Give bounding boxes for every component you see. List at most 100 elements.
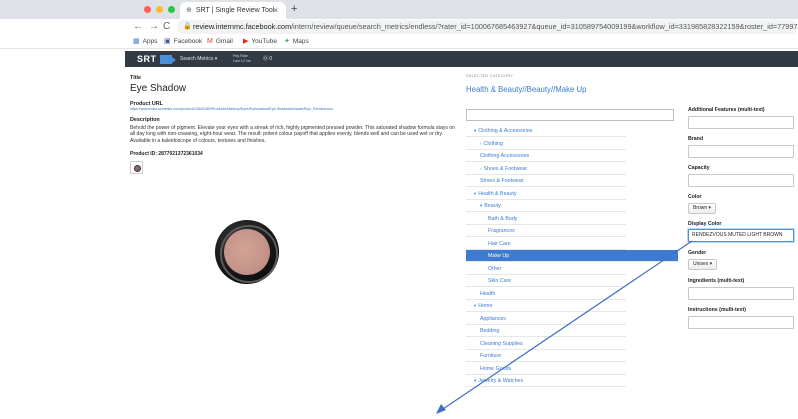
bookmark-gmail[interactable]: M Gmail bbox=[207, 35, 233, 49]
category-tree-label: Furniture bbox=[480, 353, 502, 359]
category-tree-item[interactable]: Skin Care bbox=[466, 275, 626, 287]
reload-button[interactable]: C bbox=[163, 19, 170, 35]
product-id: 2877021372361034 bbox=[158, 151, 203, 157]
category-tree-label: Clothing bbox=[483, 140, 503, 147]
category-tree-item[interactable]: ▾ Jewelry & Watches bbox=[466, 375, 626, 387]
category-tree-label: Make Up bbox=[488, 253, 510, 259]
apps-grid-icon: ▦ bbox=[133, 38, 140, 45]
close-window-dot[interactable] bbox=[144, 6, 151, 13]
selected-category-label: SELECTED CATEGORY bbox=[466, 74, 514, 78]
product-title: Eye Shadow bbox=[130, 83, 187, 94]
category-tree-item[interactable]: ▾ Clothing & Accessories bbox=[466, 125, 626, 137]
product-description: Behold the power of pigment. Elevate you… bbox=[130, 125, 455, 144]
back-button[interactable]: ← bbox=[133, 19, 143, 35]
job-counter: ⓪ 0 bbox=[263, 56, 273, 62]
bookmark-maps[interactable]: ✦ Maps bbox=[284, 35, 309, 49]
chevron-down-icon[interactable]: ▾ bbox=[474, 300, 476, 312]
product-id-row: Product ID: 2877021372361034 bbox=[130, 151, 203, 157]
address-bar-row: ← → C 🔒 review.internmc.facebook.com/inte… bbox=[0, 19, 798, 35]
chevron-down-icon[interactable]: ▾ bbox=[474, 125, 476, 137]
category-tree-item[interactable]: Health bbox=[466, 288, 626, 300]
ingredients-label: Ingredients (multi-text) bbox=[688, 278, 745, 284]
category-tree-item[interactable]: Fragrances bbox=[466, 225, 626, 237]
color-select[interactable]: Brown ▾ bbox=[688, 203, 717, 214]
product-thumbnail[interactable] bbox=[130, 161, 143, 174]
category-tree-item[interactable]: Hair Care bbox=[466, 238, 626, 250]
category-tree-item[interactable]: Home Goods bbox=[466, 363, 626, 375]
color-label: Color bbox=[688, 194, 702, 200]
category-tree-item[interactable]: Make Up bbox=[466, 250, 678, 262]
category-tree-label: Beauty bbox=[484, 203, 501, 209]
chevron-down-icon[interactable]: ▾ bbox=[480, 200, 482, 212]
category-tree-item[interactable]: › Shoes & Footwear bbox=[466, 163, 626, 175]
browser-tab-bar: ⊕ SRT | Single Review Tool × + bbox=[0, 0, 798, 19]
chevron-down-icon[interactable]: ▾ bbox=[474, 188, 476, 200]
globe-icon: ⊕ bbox=[186, 7, 192, 14]
category-tree-label: Shoes & Footwear bbox=[483, 165, 528, 172]
instructions-label: Instructions (multi-text) bbox=[688, 307, 746, 313]
category-tree-item[interactable]: Furniture bbox=[466, 350, 626, 362]
lock-icon: 🔒 bbox=[183, 23, 192, 30]
category-tree-item[interactable]: ▾ Home bbox=[466, 300, 626, 312]
category-tree-label: Jewelry & Watches bbox=[478, 378, 524, 384]
bookmark-facebook[interactable]: ▣ Facebook bbox=[164, 35, 202, 49]
gmail-icon: M bbox=[207, 38, 213, 45]
maximize-window-dot[interactable] bbox=[168, 6, 175, 13]
instructions-input[interactable] bbox=[688, 316, 794, 329]
category-search-input[interactable] bbox=[466, 109, 674, 121]
category-tree-label: Appliances bbox=[480, 315, 506, 322]
category-tree-item[interactable]: Clothing Accessories bbox=[466, 150, 626, 162]
category-tree-item[interactable]: Other bbox=[466, 263, 626, 275]
category-tree-label: Fragrances bbox=[488, 228, 515, 234]
pay-rate-indicator: Pay Rate Last 12 hrs bbox=[233, 54, 251, 63]
forward-button[interactable]: → bbox=[149, 19, 159, 35]
category-tree-label: Other bbox=[488, 265, 502, 272]
logo-arrow-icon bbox=[159, 55, 176, 65]
chevron-down-icon[interactable]: ▾ bbox=[474, 375, 476, 387]
category-tree-item[interactable]: ▾ Health & Beauty bbox=[466, 188, 626, 200]
gender-select[interactable]: Unisex ▾ bbox=[688, 259, 718, 270]
search-metrics-menu[interactable]: Search Metrics ▾ bbox=[180, 51, 217, 67]
ingredients-input[interactable] bbox=[688, 287, 794, 300]
category-tree-label: Cleaning Supplies bbox=[480, 340, 523, 347]
product-url-link[interactable]: https://www.maccosmetics.com/product/138… bbox=[130, 107, 333, 111]
youtube-icon: ▶ bbox=[243, 38, 249, 45]
category-tree-item[interactable]: Bath & Body bbox=[466, 213, 626, 225]
selected-category-path: Health & Beauty//Beauty//Make Up bbox=[466, 85, 587, 94]
srt-logo[interactable]: SRT bbox=[137, 53, 176, 65]
bookmark-youtube[interactable]: ▶ YouTube bbox=[243, 35, 277, 49]
display-color-label: Display Color bbox=[688, 221, 722, 227]
minimize-window-dot[interactable] bbox=[156, 6, 163, 13]
category-tree-item[interactable]: Appliances bbox=[466, 313, 626, 325]
title-label: Title bbox=[130, 75, 141, 81]
app-header: SRT Search Metrics ▾ Pay Rate Last 12 hr… bbox=[125, 51, 798, 67]
category-tree-item[interactable]: ▾ Beauty bbox=[466, 200, 626, 212]
brand-input[interactable] bbox=[688, 145, 794, 158]
additional-features-input[interactable] bbox=[688, 116, 794, 129]
capacity-input[interactable] bbox=[688, 174, 794, 187]
product-panel: Title Eye Shadow Product URL https://www… bbox=[125, 67, 458, 419]
browser-tab[interactable]: ⊕ SRT | Single Review Tool × bbox=[180, 2, 286, 19]
category-tree-item[interactable]: › Clothing bbox=[466, 138, 626, 150]
category-tree-item[interactable]: Bedding bbox=[466, 325, 626, 337]
tab-close-icon[interactable]: × bbox=[273, 2, 278, 19]
bookmarks-bar: ▦ Apps ▣ Facebook M Gmail ▶ YouTube ✦ Maps bbox=[0, 35, 798, 49]
description-label: Description bbox=[130, 117, 160, 123]
new-tab-button[interactable]: + bbox=[291, 1, 297, 18]
gender-label: Gender bbox=[688, 250, 707, 256]
chevron-right-icon[interactable]: › bbox=[480, 163, 482, 175]
bookmark-apps[interactable]: ▦ Apps bbox=[133, 35, 157, 49]
url-input[interactable]: 🔒 review.internmc.facebook.com/intern/rev… bbox=[177, 20, 798, 34]
category-tree-item[interactable]: Cleaning Supplies bbox=[466, 338, 626, 350]
category-tree-label: Home bbox=[478, 303, 493, 309]
category-tree-label: Clothing & Accessories bbox=[478, 128, 533, 134]
category-tree-label: Health & Beauty bbox=[478, 190, 517, 197]
additional-features-label: Additional Features (multi-text) bbox=[688, 107, 765, 113]
chevron-right-icon[interactable]: › bbox=[480, 138, 482, 150]
category-tree-item[interactable]: Shoes & Footwear bbox=[466, 175, 626, 187]
display-color-input[interactable]: RENDEZVOUS MUTED LIGHT BROWN bbox=[688, 229, 794, 242]
category-tree-label: Shoes & Footwear bbox=[480, 178, 524, 184]
category-tree-label: Bedding bbox=[480, 328, 500, 334]
category-tree-label: Health bbox=[480, 290, 496, 297]
category-panel: SELECTED CATEGORY Health & Beauty//Beaut… bbox=[462, 67, 679, 419]
